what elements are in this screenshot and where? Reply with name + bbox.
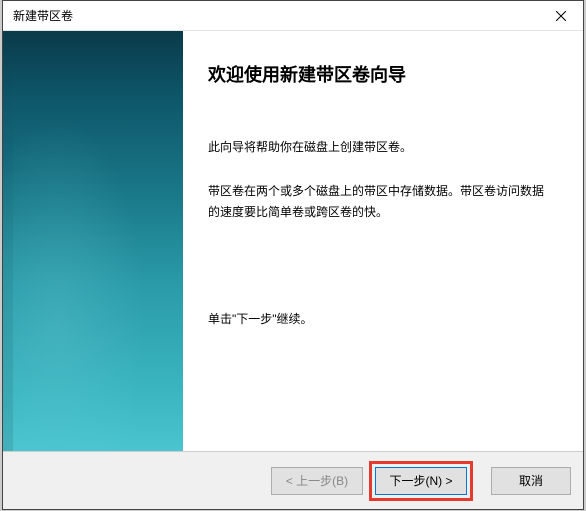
back-button: < 上一步(B): [271, 467, 363, 495]
close-button[interactable]: [538, 1, 583, 30]
titlebar: 新建带区卷: [3, 1, 583, 31]
content-area: 欢迎使用新建带区卷向导 此向导将帮助你在磁盘上创建带区卷。 带区卷在两个或多个磁…: [3, 31, 583, 451]
main-panel: 欢迎使用新建带区卷向导 此向导将帮助你在磁盘上创建带区卷。 带区卷在两个或多个磁…: [183, 31, 583, 451]
next-button[interactable]: 下一步(N) >: [375, 467, 467, 495]
wizard-para-1: 此向导将帮助你在磁盘上创建带区卷。: [208, 137, 553, 159]
wizard-para-2: 带区卷在两个或多个磁盘上的带区中存储数据。带区卷访问数据的速度要比简单卷或跨区卷…: [208, 181, 553, 224]
window-title: 新建带区卷: [13, 7, 73, 24]
wizard-dialog: 新建带区卷 欢迎使用新建带区卷向导 此向导将帮助你在磁盘上创建带区卷。 带区卷在…: [2, 0, 584, 510]
wizard-sidebar-image: [3, 31, 183, 451]
footer: < 上一步(B) 下一步(N) > 取消: [3, 451, 583, 509]
close-icon: [556, 11, 566, 21]
next-button-highlight: 下一步(N) >: [369, 461, 473, 501]
wizard-para-3: 单击"下一步"继续。: [208, 309, 553, 331]
cancel-button[interactable]: 取消: [491, 467, 571, 495]
wizard-heading: 欢迎使用新建带区卷向导: [208, 61, 553, 87]
